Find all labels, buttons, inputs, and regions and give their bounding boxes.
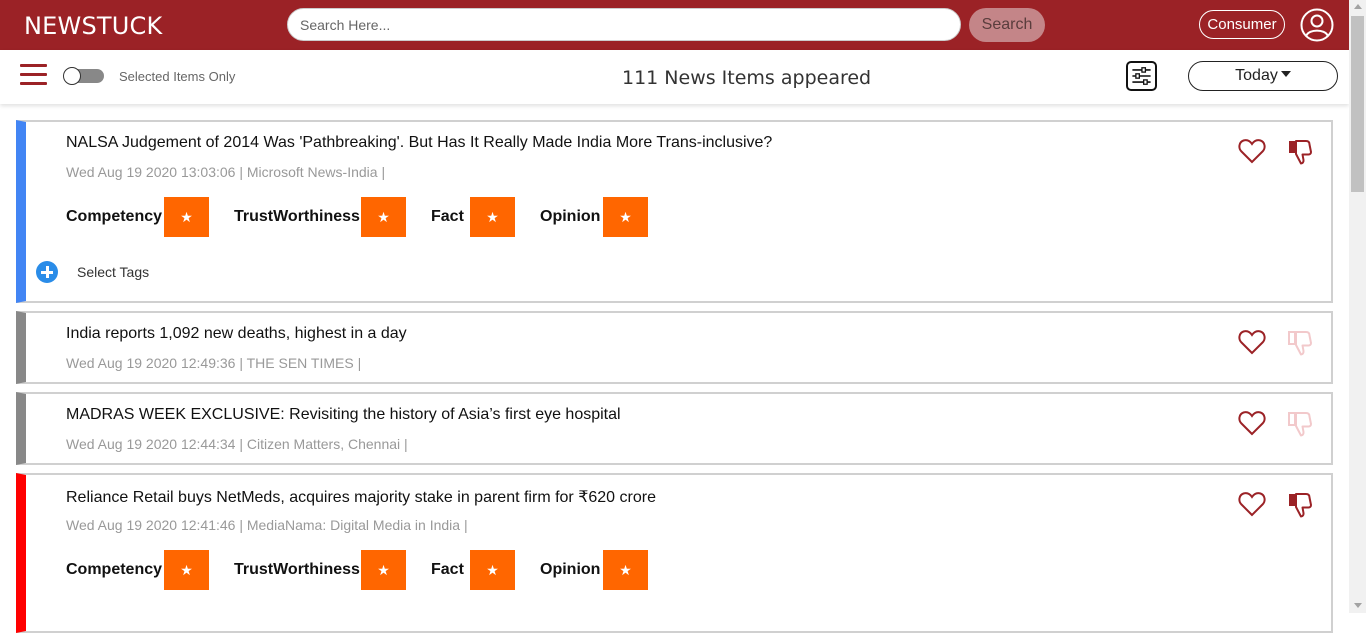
scroll-up-arrow-icon[interactable] bbox=[1354, 4, 1362, 9]
news-meta: Wed Aug 19 2020 12:49:36 | THE SEN TIMES… bbox=[66, 355, 362, 371]
search-button[interactable]: Search bbox=[969, 8, 1045, 42]
rating-star-trustworthiness[interactable]: ★ bbox=[361, 550, 406, 590]
news-card: India reports 1,092 new deaths, highest … bbox=[16, 311, 1333, 384]
dislike-thumb-icon[interactable] bbox=[1287, 410, 1313, 438]
rating-star-competency[interactable]: ★ bbox=[164, 197, 209, 237]
news-title[interactable]: Reliance Retail buys NetMeds, acquires m… bbox=[66, 487, 656, 507]
news-card: MADRAS WEEK EXCLUSIVE: Revisiting the hi… bbox=[16, 392, 1333, 465]
user-avatar-icon[interactable] bbox=[1300, 8, 1334, 42]
top-navbar: NEWSTUCK Search Consumer bbox=[0, 0, 1349, 50]
news-meta: Wed Aug 19 2020 12:41:46 | MediaNama: Di… bbox=[66, 517, 468, 533]
news-meta: Wed Aug 19 2020 12:44:34 | Citizen Matte… bbox=[66, 436, 408, 452]
rating-label-trustworthiness: TrustWorthiness bbox=[234, 208, 360, 225]
vertical-scrollbar[interactable] bbox=[1349, 0, 1366, 613]
like-heart-icon[interactable] bbox=[1238, 138, 1266, 164]
scroll-down-arrow-icon[interactable] bbox=[1354, 603, 1362, 608]
caret-down-icon bbox=[1280, 71, 1291, 78]
like-heart-icon[interactable] bbox=[1238, 329, 1266, 355]
filter-toolbar: Selected Items Only 111 News Items appea… bbox=[0, 50, 1349, 104]
like-heart-icon[interactable] bbox=[1238, 491, 1266, 517]
rating-star-fact[interactable]: ★ bbox=[470, 550, 515, 590]
brand-logo[interactable]: NEWSTUCK bbox=[24, 12, 162, 40]
news-card: Reliance Retail buys NetMeds, acquires m… bbox=[16, 473, 1333, 633]
rating-star-opinion[interactable]: ★ bbox=[603, 550, 648, 590]
period-dropdown[interactable]: Today bbox=[1188, 61, 1338, 91]
like-heart-icon[interactable] bbox=[1238, 410, 1266, 436]
rating-star-trustworthiness[interactable]: ★ bbox=[361, 197, 406, 237]
rating-label-trustworthiness: TrustWorthiness bbox=[234, 561, 360, 578]
news-meta: Wed Aug 19 2020 13:03:06 | Microsoft New… bbox=[66, 164, 386, 180]
rating-label-fact: Fact bbox=[431, 208, 464, 225]
rating-label-competency: Competency bbox=[66, 561, 163, 578]
dislike-thumb-icon[interactable] bbox=[1287, 138, 1313, 166]
news-title[interactable]: India reports 1,092 new deaths, highest … bbox=[66, 325, 407, 343]
menu-icon[interactable] bbox=[20, 64, 48, 88]
rating-star-fact[interactable]: ★ bbox=[470, 197, 515, 237]
news-count-label: 111 News Items appeared bbox=[622, 67, 872, 89]
news-title[interactable]: NALSA Judgement of 2014 Was 'Pathbreakin… bbox=[66, 134, 772, 152]
rating-star-competency[interactable]: ★ bbox=[164, 550, 209, 590]
news-card: NALSA Judgement of 2014 Was 'Pathbreakin… bbox=[16, 120, 1333, 303]
rating-star-opinion[interactable]: ★ bbox=[603, 197, 648, 237]
dislike-thumb-icon[interactable] bbox=[1287, 329, 1313, 357]
select-tags-label[interactable]: Select Tags bbox=[77, 264, 149, 280]
scrollbar-thumb[interactable] bbox=[1351, 16, 1364, 192]
news-title[interactable]: MADRAS WEEK EXCLUSIVE: Revisiting the hi… bbox=[66, 406, 621, 424]
search-input[interactable] bbox=[287, 8, 961, 41]
toggle-label: Selected Items Only bbox=[119, 69, 236, 84]
add-tag-plus-icon[interactable] bbox=[36, 261, 58, 283]
dislike-thumb-icon[interactable] bbox=[1287, 491, 1313, 519]
selected-only-toggle[interactable] bbox=[63, 67, 104, 85]
filter-settings-icon[interactable] bbox=[1126, 61, 1157, 91]
rating-label-opinion: Opinion bbox=[540, 208, 601, 225]
consumer-role-button[interactable]: Consumer bbox=[1199, 10, 1285, 39]
rating-label-competency: Competency bbox=[66, 208, 163, 225]
rating-label-fact: Fact bbox=[431, 561, 464, 578]
period-label: Today bbox=[1235, 67, 1278, 84]
rating-label-opinion: Opinion bbox=[540, 561, 601, 578]
